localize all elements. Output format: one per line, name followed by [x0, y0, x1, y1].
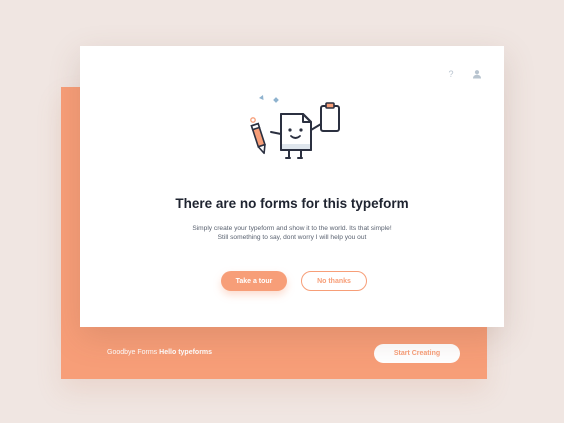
document-mascot-illustration	[250, 95, 340, 159]
pencil-icon	[250, 122, 266, 155]
clipboard-icon	[320, 102, 340, 132]
take-a-tour-button[interactable]: Take a tour	[221, 271, 287, 291]
document-character-icon	[270, 113, 322, 159]
promo-text-regular: Goodbye Forms	[107, 349, 158, 356]
start-creating-button[interactable]: Start Creating	[374, 344, 460, 363]
promo-text-bold: Hello typeforms	[159, 349, 213, 356]
empty-state-subtitle: Simply create your typeform and show it …	[80, 224, 504, 242]
user-icon[interactable]	[472, 69, 482, 79]
subtitle-line-2: Still something to say, dont worry I wil…	[217, 234, 367, 241]
empty-state-dialog: ? There are no forms for this typeform S…	[80, 46, 504, 327]
empty-state-title: There are no forms for this typeform	[175, 196, 409, 211]
no-thanks-button[interactable]: No thanks	[301, 271, 367, 291]
confetti-dot-icon	[250, 117, 256, 123]
confetti-square-icon	[273, 97, 279, 103]
confetti-triangle-icon	[259, 95, 264, 100]
subtitle-line-1: Simply create your typeform and show it …	[192, 225, 392, 232]
page: Goodbye Forms Hello typeforms Start Crea…	[0, 0, 564, 423]
header-icons: ?	[446, 69, 482, 79]
question-mark-icon[interactable]: ?	[446, 69, 456, 79]
promo-text: Goodbye Forms Hello typeforms	[107, 349, 212, 356]
